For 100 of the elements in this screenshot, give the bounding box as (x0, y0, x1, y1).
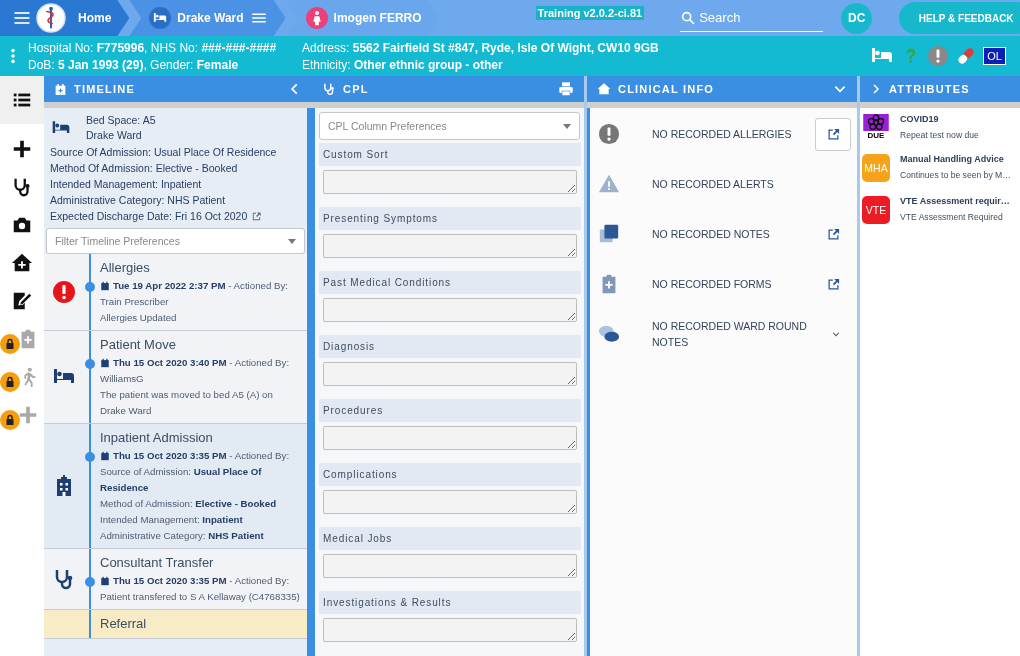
timeline-dot (85, 452, 95, 462)
lock-icon (0, 334, 20, 354)
filter-dropdown[interactable]: Filter Timeline Preferences (46, 228, 305, 254)
panel-title: TIMELINE (74, 83, 135, 95)
section-label: Investigations & Results (323, 597, 452, 608)
attribute-subtitle: Repeat test now due (900, 130, 979, 140)
clinical-status: NO RECORDED NOTES (652, 227, 771, 242)
admission-detail: Intended Management: Inpatient (50, 177, 202, 192)
help-feedback-button[interactable]: HELP & FEEDBACK (899, 2, 1020, 34)
breadcrumb-link[interactable]: Drake Ward (129, 0, 286, 36)
timeline-dot (85, 577, 95, 587)
event-detail: Method of Admission: Elective - Booked (100, 497, 278, 511)
patient-detail: Address: 5562 Fairfield St #847, Ryde, Isle Of Wight, CW10 9GB (302, 40, 659, 55)
more-icon[interactable] (10, 47, 16, 65)
badge-label: DUE (867, 131, 885, 140)
user-avatar[interactable]: DC (841, 2, 873, 34)
attribute-badge: VTE (862, 196, 890, 224)
search-icon[interactable] (680, 9, 697, 26)
menu-button[interactable] (0, 0, 32, 36)
bed-icon (149, 7, 172, 29)
event-time: Thu 15 Oct 2020 3:40 PM - Actioned By: (113, 356, 290, 370)
open-icon[interactable] (826, 226, 841, 242)
scrollbar[interactable] (307, 108, 312, 656)
notes-icon (598, 223, 620, 245)
edit-icon[interactable] (251, 210, 263, 222)
logo-icon (36, 3, 66, 33)
initials-badge[interactable]: OL (983, 47, 1006, 65)
section-label: Custom Sort (323, 149, 389, 160)
chevron-right-icon[interactable] (870, 83, 882, 95)
section-label: Medical Jobs (323, 533, 393, 544)
open-icon[interactable] (826, 276, 841, 292)
calendar-icon (54, 82, 67, 96)
event-time: Tue 19 Apr 2022 2:37 PM - Actioned By: (113, 279, 288, 293)
attribute-title: COVID19 (900, 114, 940, 124)
event-time: Thu 15 Oct 2020 3:35 PM - Actioned By: (113, 574, 290, 588)
event-detail: Administrative Category: NHS Patient (100, 529, 265, 543)
chevron-down-icon[interactable] (831, 329, 841, 339)
lock-icon (0, 372, 20, 392)
ward-name: Drake Ward (86, 129, 143, 141)
event-title: Consultant Transfer (100, 554, 215, 572)
exclamation-icon[interactable] (927, 45, 950, 67)
section-label: Past Medical Conditions (323, 277, 451, 288)
event-title: Referral (100, 615, 147, 633)
event-title: Inpatient Admission (100, 429, 214, 447)
caret-icon (288, 238, 296, 244)
event-detail: Patient transfered to S A Kellaway (C4768335) (100, 590, 300, 604)
calendar-icon (100, 358, 110, 368)
panel-title: CLINICAL INFO (618, 83, 715, 95)
admission-detail: Administrative Category: NHS Patient (50, 193, 226, 208)
calendar-icon (100, 451, 110, 461)
action-box[interactable] (815, 117, 851, 151)
clinical-status: NO RECORDED WARD ROUND NOTES (652, 319, 808, 350)
breadcrumb-link[interactable]: Home (70, 0, 130, 36)
breadcrumb-link[interactable]: Imogen FERRO (285, 0, 440, 36)
event-detail: Intended Management: Inpatient (100, 513, 244, 527)
event-detail: Train Prescriber (100, 295, 170, 309)
panel-title: CPL (343, 83, 369, 95)
timeline-dot (85, 282, 95, 292)
female-icon (305, 7, 328, 29)
chat-icon (598, 323, 620, 345)
attribute-title: VTE Assessment requir… (900, 196, 1010, 206)
column-preferences-dropdown[interactable]: CPL Column Preferences (319, 112, 580, 140)
event-title: Allergies (100, 259, 151, 277)
clinical-status: NO RECORDED FORMS (652, 277, 773, 292)
search-field[interactable]: Search (699, 10, 824, 25)
event-detail: Source of Admission: Usual Place Of Residence (100, 465, 263, 495)
clinical-status: NO RECORDED ALERTS (652, 177, 775, 192)
section-label: Complications (323, 469, 398, 480)
bed-space: Bed Space: A5 (86, 114, 156, 126)
stethoscope-icon (322, 82, 336, 96)
event-detail: The patient was moved to bed A5 (A) on Drake Ward (100, 388, 274, 418)
patient-detail: DoB: 5 Jan 1993 (29), Gender: Female (28, 57, 240, 72)
exclamation-icon (598, 123, 620, 145)
attribute-subtitle: Continues to be seen by M… (900, 170, 1011, 180)
admission-detail: Source Of Admission: Usual Place Of Residence (50, 145, 277, 160)
lock-icon (0, 410, 20, 430)
warning-icon (598, 173, 620, 195)
event-detail: Allergies Updated (100, 311, 178, 325)
event-title: Patient Move (100, 336, 177, 354)
event-detail: WilliamsG (100, 372, 145, 386)
patient-detail: Hospital No: F775996, NHS No: ###-###-#### (28, 40, 278, 55)
clinical-status: NO RECORDED ALLERGIES (652, 127, 793, 142)
attribute-badge: MHA (862, 154, 890, 182)
calendar-icon (100, 281, 110, 291)
admission-detail: Method Of Admission: Elective - Booked (50, 161, 238, 176)
attribute-title: Manual Handling Advice (900, 154, 1005, 164)
print-icon[interactable] (558, 81, 574, 97)
patient-detail: Ethnicity: Other ethnic group - other (302, 57, 504, 72)
event-time: Thu 15 Oct 2020 3:35 PM - Actioned By: (113, 449, 290, 463)
caret-icon (563, 123, 571, 129)
admission-detail: Expected Discharge Date: Fri 16 Oct 2020 (50, 209, 248, 224)
attribute-subtitle: VTE Assessment Required (900, 212, 1004, 222)
section-label: Procedures (323, 405, 384, 416)
section-label: Diagnosis (323, 341, 375, 352)
panel-title: ATTRIBUTES (889, 83, 970, 95)
timeline-dot (85, 359, 95, 369)
home-icon (597, 82, 611, 96)
version-label: Training v2.0.2-ci.81 (535, 6, 645, 20)
calendar-icon (100, 576, 110, 586)
section-label: Presenting Symptoms (323, 213, 438, 224)
